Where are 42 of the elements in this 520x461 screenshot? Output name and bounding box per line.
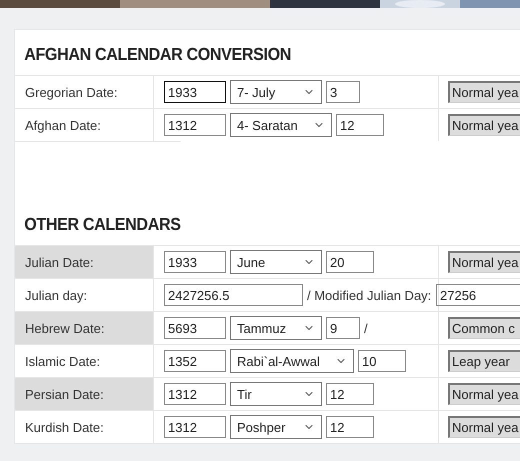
year-field[interactable]: 1933	[164, 81, 226, 103]
row-label: Islamic Date:	[25, 354, 100, 368]
day-field[interactable]: 10	[358, 350, 406, 372]
row-label: Gregorian Date:	[25, 84, 118, 100]
year-type-field: Normal yea	[448, 383, 520, 405]
day-field[interactable]: 12	[336, 114, 384, 136]
month-select[interactable]: Poshper	[230, 415, 322, 439]
year-field[interactable]: 1312	[164, 416, 226, 438]
year-type-field: Normal yea	[448, 416, 520, 438]
julian-day-field[interactable]: 2427256.5	[164, 284, 303, 306]
year-type-field: Normal yea	[448, 114, 520, 136]
row-label: Kurdish Date:	[25, 420, 104, 434]
row-label: Julian Date:	[25, 254, 94, 270]
modified-julian-day-field[interactable]: 27256	[436, 284, 520, 306]
day-field[interactable]: 12	[326, 383, 374, 405]
month-select[interactable]: June	[230, 250, 322, 274]
day-field[interactable]: 20	[326, 251, 374, 273]
row-label: Afghan Date:	[25, 118, 101, 132]
year-type-field: Leap year	[448, 350, 520, 372]
year-type-field: Normal yea	[448, 81, 520, 103]
row-label: Hebrew Date:	[25, 320, 104, 336]
year-field[interactable]: 1352	[164, 350, 226, 372]
year-type-field: Normal yea	[448, 251, 520, 273]
year-field[interactable]: 5693	[164, 317, 226, 339]
month-select[interactable]: Tammuz	[230, 316, 322, 340]
day-field[interactable]: 3	[326, 81, 360, 103]
month-select[interactable]: Tir	[230, 382, 322, 406]
separator-text: /	[364, 320, 368, 336]
modified-julian-day-label: / Modified Julian Day:	[307, 288, 432, 302]
month-select[interactable]: 7- July	[230, 80, 322, 104]
day-field[interactable]: 12	[326, 416, 374, 438]
year-field[interactable]: 1933	[164, 251, 226, 273]
day-field[interactable]: 9	[326, 317, 360, 339]
year-field[interactable]: 1312	[164, 383, 226, 405]
month-select[interactable]: 4- Saratan	[230, 113, 332, 137]
section-heading: OTHER CALENDARS	[15, 141, 181, 245]
row-label: Persian Date:	[25, 386, 104, 402]
month-select[interactable]: Rabi`al-Awwal	[230, 349, 354, 373]
section-heading: AFGHAN CALENDAR CONVERSION	[23, 43, 292, 66]
row-label: Julian day:	[25, 288, 88, 302]
year-type-field: Common c	[448, 317, 520, 339]
year-field[interactable]: 1312	[164, 114, 226, 136]
